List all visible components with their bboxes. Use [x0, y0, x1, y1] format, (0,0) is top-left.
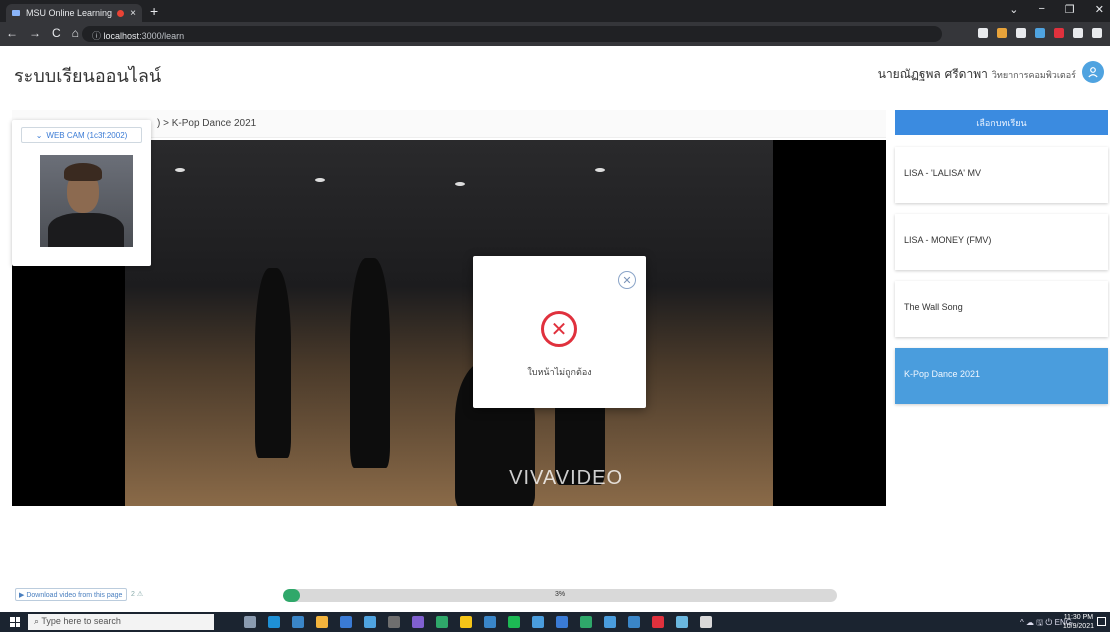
close-icon[interactable]: ✕ — [618, 271, 636, 289]
close-window-icon[interactable]: ✕ — [1095, 3, 1104, 16]
error-x-icon: ✕ — [541, 311, 577, 347]
download-extra[interactable]: 2 ⚠ — [131, 590, 143, 598]
taskbar-search-placeholder: Type here to search — [41, 616, 121, 626]
extensions-bar — [978, 28, 1102, 38]
taskbar-clock[interactable]: 11:30 PM 10/9/2021 — [1063, 613, 1094, 631]
extension-icon[interactable] — [1073, 28, 1083, 38]
tab-close-icon[interactable]: × — [130, 8, 136, 19]
nav-buttons: ← → C ⌂ — [6, 26, 79, 40]
windows-start-icon[interactable] — [10, 617, 20, 627]
lesson-item[interactable]: LISA - MONEY (FMV) — [895, 214, 1108, 270]
extension-icon[interactable] — [978, 28, 988, 38]
lesson-list-header[interactable]: เลือกบทเรียน — [895, 110, 1108, 135]
taskbar-app-icon[interactable] — [580, 616, 592, 628]
progress-bar: 3% — [283, 589, 837, 602]
lesson-item[interactable]: The Wall Song — [895, 281, 1108, 337]
taskbar-app-icon[interactable] — [628, 616, 640, 628]
webcam-feed — [40, 155, 133, 247]
clock-time: 11:30 PM — [1063, 614, 1094, 621]
taskbar-app-icon[interactable] — [652, 616, 664, 628]
webcam-select-label: WEB CAM (1c3f:2002) — [46, 130, 128, 140]
webcam-person-body — [48, 213, 124, 247]
url-host: localhost — [103, 31, 140, 41]
taskbar-search-input[interactable]: ⌕ Type here to search — [28, 614, 214, 630]
extension-icon[interactable] — [997, 28, 1007, 38]
user-info: นายณัฏฐพล ศรีดาพา วิทยาการคอมพิวเตอร์ — [878, 65, 1076, 84]
ceiling-light — [455, 182, 465, 186]
extension-icon[interactable] — [1054, 28, 1064, 38]
taskbar-apps — [244, 616, 712, 628]
site-info-icon[interactable]: ⓘ — [92, 31, 101, 41]
tab-title: MSU Online Learning — [26, 8, 113, 18]
url-path: :3000/learn — [139, 31, 185, 41]
browser-titlebar: MSU Online Learning × + ⌄ − ❐ ✕ — [0, 0, 1110, 22]
ceiling-light — [595, 168, 605, 172]
recording-icon — [117, 9, 125, 17]
dancer-figure — [255, 268, 291, 458]
os-taskbar: ⌕ Type here to search ^ ☁ 🖫 ⏻ ENG 11:30 … — [0, 612, 1110, 632]
reload-icon[interactable]: C — [52, 26, 61, 40]
error-message: ใบหน้าไม่ถูกต้อง — [527, 368, 592, 378]
chevron-down-icon: ⌄ — [35, 130, 43, 140]
window-controls: ⌄ − ❐ ✕ — [1009, 3, 1104, 16]
download-video-button[interactable]: ▶ Download video from this page — [15, 588, 127, 601]
taskbar-app-icon[interactable] — [556, 616, 568, 628]
ceiling-light — [315, 178, 325, 182]
breadcrumb-current[interactable]: K-Pop Dance 2021 — [172, 118, 257, 129]
taskbar-app-icon[interactable] — [532, 616, 544, 628]
taskbar-app-icon[interactable] — [340, 616, 352, 628]
webcam-select[interactable]: ⌄ WEB CAM (1c3f:2002) — [21, 127, 142, 143]
url-field[interactable]: ⓘ localhost:3000/learn — [82, 26, 942, 42]
extension-icon[interactable] — [1092, 28, 1102, 38]
browser-tab[interactable]: MSU Online Learning × — [6, 4, 142, 22]
user-name: นายณัฏฐพล ศรีดาพา — [877, 67, 988, 81]
home-icon[interactable]: ⌂ — [72, 26, 79, 40]
minimize-icon[interactable]: − — [1038, 3, 1044, 16]
taskbar-app-icon[interactable] — [292, 616, 304, 628]
address-bar-row: ← → C ⌂ ⓘ localhost:3000/learn — [0, 22, 1110, 46]
taskbar-app-icon[interactable] — [676, 616, 688, 628]
webcam-panel: ⌄ WEB CAM (1c3f:2002) — [12, 120, 151, 266]
extension-icon[interactable] — [1035, 28, 1045, 38]
video-watermark: VIVAVIDEO — [509, 467, 623, 489]
taskbar-app-icon[interactable] — [460, 616, 472, 628]
taskbar-app-icon[interactable] — [436, 616, 448, 628]
page-title: ระบบเรียนออนไลน์ — [14, 66, 162, 87]
taskbar-app-icon[interactable] — [316, 616, 328, 628]
tab-search-icon[interactable]: ⌄ — [1009, 3, 1018, 16]
progress-label: 3% — [554, 591, 566, 598]
extension-icon[interactable] — [1016, 28, 1026, 38]
taskbar-app-icon[interactable] — [412, 616, 424, 628]
error-dialog: ✕ ✕ ใบหน้าไม่ถูกต้อง — [473, 256, 646, 408]
taskbar-app-icon[interactable] — [388, 616, 400, 628]
clock-date: 10/9/2021 — [1062, 623, 1094, 630]
taskbar-app-icon[interactable] — [484, 616, 496, 628]
tab-favicon-icon — [12, 10, 20, 16]
breadcrumb-trail: ) > K-Pop Dance 2021 — [157, 118, 256, 129]
user-faculty: วิทยาการคอมพิวเตอร์ — [991, 71, 1076, 81]
back-icon[interactable]: ← — [6, 26, 18, 40]
taskbar-app-icon[interactable] — [244, 616, 256, 628]
ceiling-light — [175, 168, 185, 172]
new-tab-button[interactable]: + — [150, 3, 158, 19]
notification-icon[interactable] — [1097, 617, 1106, 626]
lesson-item-active[interactable]: K-Pop Dance 2021 — [895, 348, 1108, 404]
webcam-person-hair — [64, 163, 102, 181]
person-icon[interactable] — [1082, 61, 1104, 83]
lesson-item[interactable]: LISA - 'LALISA' MV — [895, 147, 1108, 203]
taskbar-app-icon[interactable] — [508, 616, 520, 628]
taskbar-app-icon[interactable] — [364, 616, 376, 628]
maximize-icon[interactable]: ❐ — [1065, 3, 1075, 16]
taskbar-app-icon[interactable] — [268, 616, 280, 628]
dancer-figure — [350, 258, 390, 468]
breadcrumb-separator: ) > — [157, 118, 169, 129]
video-frame: VIVAVIDEO — [125, 140, 773, 506]
forward-icon[interactable]: → — [29, 26, 41, 40]
taskbar-app-icon[interactable] — [604, 616, 616, 628]
taskbar-app-icon[interactable] — [700, 616, 712, 628]
